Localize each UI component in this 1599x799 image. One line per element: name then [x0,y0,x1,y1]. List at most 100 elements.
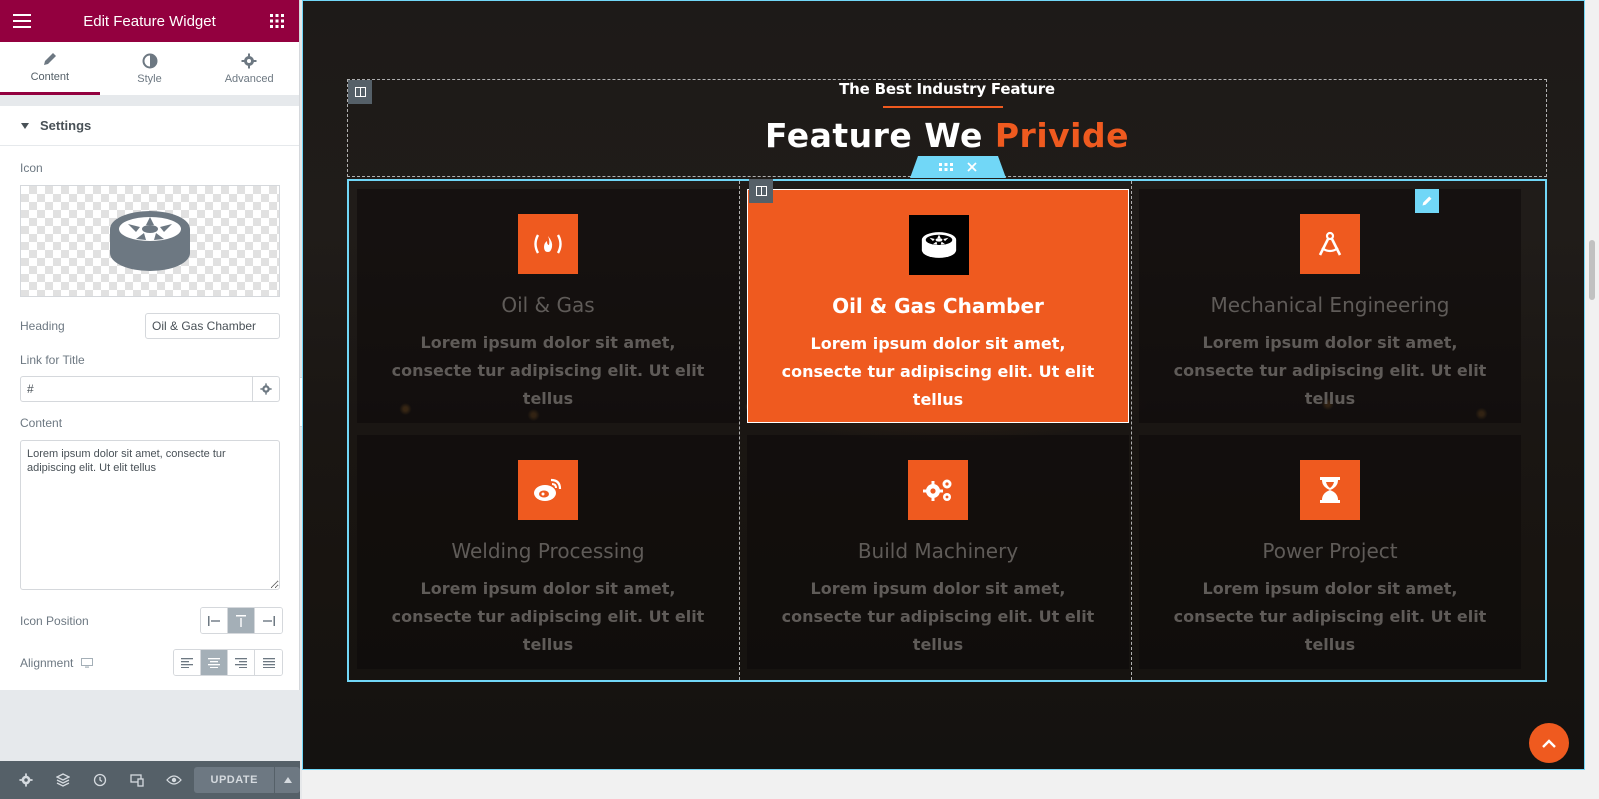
wheel-icon [110,211,190,271]
column-edit-handle[interactable] [749,179,773,203]
tab-advanced-label: Advanced [224,72,274,85]
icon-picker[interactable] [20,185,280,297]
back-to-top-button[interactable] [1529,723,1569,763]
panel-header: Edit Feature Widget [0,0,299,42]
align-center-button[interactable] [201,650,228,675]
feature-text: Lorem ipsum dolor sit amet, consecte tur… [1173,333,1487,408]
gear-icon [241,53,257,68]
settings-section-title: Settings [40,118,92,133]
tab-content[interactable]: Content [0,42,100,95]
half-circle-icon [142,53,157,68]
gear-icon [260,383,272,395]
align-justify-button[interactable] [255,650,282,675]
feature-card[interactable]: Build Machinery Lorem ipsum dolor sit am… [747,435,1129,669]
feature-text: Lorem ipsum dolor sit amet, consecte tur… [391,333,705,408]
feature-title: Oil & Gas Chamber [832,294,1044,318]
text-align-right-icon [235,657,247,668]
widgets-grid-icon[interactable] [267,11,287,31]
link-input[interactable] [20,376,253,402]
fire-icon [534,234,562,254]
feature-card-selected[interactable]: Oil & Gas Chamber Lorem ipsum dolor sit … [747,189,1129,423]
weibo-icon [534,478,562,501]
icon-position-choices [200,607,283,634]
feature-icon-box [1300,214,1360,274]
alignment-label-row: Alignment [20,656,94,670]
feature-card[interactable]: Oil & Gas Lorem ipsum dolor sit amet, co… [357,189,739,423]
heading-control-label: Heading [20,319,65,333]
alignment-choices [173,649,283,676]
feature-icon-box [518,460,578,520]
icon-position-right[interactable] [255,608,282,633]
feature-card[interactable]: Welding Processing Lorem ipsum dolor sit… [357,435,739,669]
close-icon[interactable] [967,162,977,172]
update-options-button[interactable] [274,767,300,793]
scrollbar-thumb[interactable] [1589,240,1595,300]
heading-input[interactable] [145,313,280,339]
feature-card[interactable]: Power Project Lorem ipsum dolor sit amet… [1139,435,1521,669]
feature-card[interactable]: Mechanical Engineering Lorem ipsum dolor… [1139,189,1521,423]
align-left-button[interactable] [174,650,201,675]
settings-gear-icon[interactable] [8,761,45,799]
compass-icon [1318,231,1342,256]
panel-title: Edit Feature Widget [83,12,216,30]
panel-tabs: Content Style Advanced [0,42,299,96]
title-accent-text: Privide [994,116,1129,155]
pencil-icon [43,53,56,65]
panel-footer: UPDATE [0,761,300,799]
align-right-bar-icon [262,615,275,626]
feature-text: Lorem ipsum dolor sit amet, consecte tur… [781,334,1095,409]
layers-icon[interactable] [45,761,82,799]
history-icon[interactable] [82,761,119,799]
text-align-center-icon [208,657,220,668]
feature-title: Welding Processing [451,539,645,563]
panel-empty-area [0,690,300,762]
feature-title: Power Project [1262,539,1398,563]
link-options-button[interactable] [253,376,280,402]
page-scrollbar[interactable] [1585,0,1599,799]
editor-panel: Edit Feature Widget Content Style Advanc… [0,0,300,799]
preview-eye-icon[interactable] [156,761,193,799]
content-textarea[interactable]: Lorem ipsum dolor sit amet, consecte tur… [20,440,280,590]
drag-handle-icon[interactable] [939,163,953,171]
settings-section-toggle[interactable]: Settings [0,106,299,146]
chevron-up-icon [1542,738,1556,748]
icon-position-top[interactable] [228,608,255,633]
section-sub-heading: The Best Industry Feature [839,80,1055,98]
features-section[interactable]: Oil & Gas Lorem ipsum dolor sit amet, co… [347,179,1547,682]
content-control-label: Content [20,416,63,430]
feature-text: Lorem ipsum dolor sit amet, consecte tur… [781,579,1095,654]
hourglass-icon [1320,477,1340,503]
tab-advanced[interactable]: Advanced [199,42,299,95]
feature-text: Lorem ipsum dolor sit amet, consecte tur… [391,579,705,654]
feature-icon-box [908,460,968,520]
icon-position-left[interactable] [201,608,228,633]
feature-icon-box [909,215,969,275]
text-align-justify-icon [262,657,275,668]
link-control-label: Link for Title [20,353,85,367]
widget-edit-handle[interactable] [1415,189,1439,213]
update-button[interactable]: UPDATE [194,767,275,793]
tab-style[interactable]: Style [100,42,200,95]
align-right-button[interactable] [228,650,255,675]
caret-down-icon [21,122,29,129]
caret-up-icon [283,777,292,783]
alignment-label: Alignment [20,656,74,670]
feature-icon-box [1300,460,1360,520]
title-main-text: Feature We [765,116,995,155]
text-align-left-icon [181,657,193,668]
feature-icon-box [518,214,578,274]
column-divider [739,181,740,680]
section-toolbar[interactable] [910,156,1006,178]
wheel-icon [921,232,957,258]
align-left-bar-icon [208,615,220,626]
tab-style-label: Style [137,72,162,85]
hamburger-menu-icon[interactable] [12,11,32,31]
feature-text: Lorem ipsum dolor sit amet, consecte tur… [1173,579,1487,654]
responsive-mode-icon[interactable] [119,761,156,799]
desktop-icon[interactable] [81,658,94,668]
column-divider [1131,181,1132,680]
heading-underline [883,106,1003,108]
icon-position-label: Icon Position [20,614,89,628]
align-top-bar-icon [236,614,246,627]
preview-bottom-strip [302,770,1585,799]
